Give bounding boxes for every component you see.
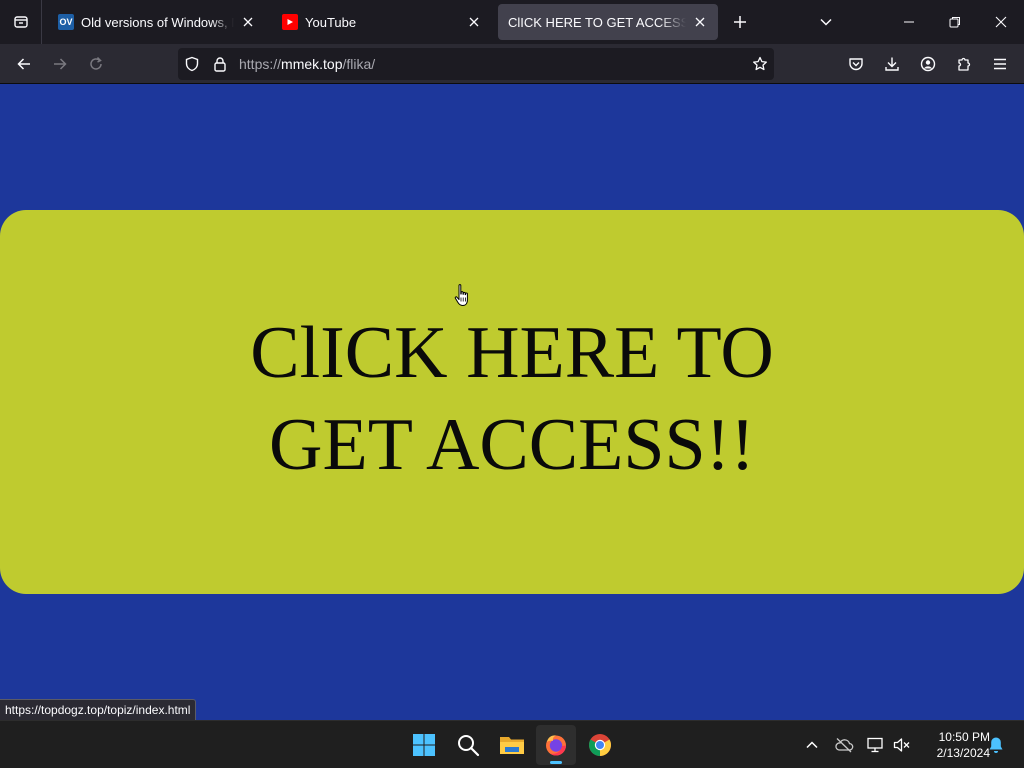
url-text[interactable]: https://mmek.top/flika/ <box>239 56 375 72</box>
forward-button[interactable] <box>44 48 76 80</box>
url-scheme: https:// <box>239 56 282 72</box>
downloads-button[interactable] <box>876 48 908 80</box>
firefox-icon <box>546 735 566 756</box>
firefox-taskbar-button[interactable] <box>536 725 576 765</box>
close-window-button[interactable] <box>978 0 1024 44</box>
tab-title: Old versions of Windows, Mac and <box>81 14 234 30</box>
extensions-icon <box>958 57 971 71</box>
oldversion-favicon-icon: OV <box>58 14 74 30</box>
back-button[interactable] <box>8 48 40 80</box>
close-tab-icon[interactable] <box>466 14 482 30</box>
reload-icon <box>90 56 102 70</box>
clock-time: 10:50 PM <box>938 730 990 744</box>
restore-button[interactable] <box>932 0 978 44</box>
speaker-muted-icon <box>893 738 910 752</box>
address-bar[interactable]: https://mmek.top/flika/ <box>178 48 774 80</box>
tab-strip: OV Old versions of Windows, Mac and YouT… <box>0 0 1024 44</box>
account-icon <box>920 56 936 72</box>
url-host: mmek.top <box>281 56 343 72</box>
access-link-button[interactable]: ClICK HERE TO GET ACCESS!! <box>0 210 1024 594</box>
tab-youtube[interactable]: YouTube <box>272 4 492 40</box>
pocket-icon <box>849 58 863 71</box>
windows-logo-icon <box>413 734 435 756</box>
lock-icon[interactable] <box>212 56 228 72</box>
back-arrow-icon <box>17 58 30 70</box>
taskbar-search-button[interactable] <box>448 725 488 765</box>
close-icon <box>995 16 1007 28</box>
network-tray-button[interactable] <box>866 735 886 755</box>
cloud-offline-icon <box>835 738 854 753</box>
tab-title: ClICK HERE TO GET ACCESS!! <box>508 14 686 30</box>
clock-date: 2/13/2024 <box>936 746 990 760</box>
extensions-button[interactable] <box>948 48 980 80</box>
chevron-down-icon <box>820 18 832 26</box>
tab-oldversion[interactable]: OV Old versions of Windows, Mac and <box>48 4 266 40</box>
page-viewport: ClICK HERE TO GET ACCESS!! https://topdo… <box>0 84 1024 720</box>
show-hidden-icons-button[interactable] <box>802 735 822 755</box>
bookmark-star-icon[interactable] <box>752 56 768 72</box>
youtube-favicon-icon <box>282 14 298 30</box>
chrome-icon <box>589 734 611 756</box>
start-button[interactable] <box>404 725 444 765</box>
tab-active-click-here[interactable]: ClICK HERE TO GET ACCESS!! <box>498 4 718 40</box>
download-icon <box>885 57 899 71</box>
bell-icon <box>989 737 1003 753</box>
minimize-button[interactable] <box>886 0 932 44</box>
new-tab-button[interactable] <box>720 0 760 44</box>
active-app-indicator <box>550 761 562 764</box>
hand-pointer-cursor-icon <box>454 284 468 306</box>
pocket-button[interactable] <box>840 48 872 80</box>
plus-icon <box>734 16 746 28</box>
restore-icon <box>949 17 960 28</box>
folder-icon <box>500 737 524 754</box>
forward-arrow-icon <box>54 58 67 70</box>
link-status-bar: https://topdogz.top/topiz/index.html <box>0 699 197 720</box>
reload-button[interactable] <box>80 48 112 80</box>
close-tab-icon[interactable] <box>692 14 708 30</box>
tab-list-icon <box>13 16 28 28</box>
close-tab-icon[interactable] <box>240 14 256 30</box>
notifications-button[interactable] <box>986 735 1006 755</box>
account-button[interactable] <box>912 48 944 80</box>
hamburger-menu-icon <box>994 58 1006 70</box>
list-all-tabs-dropdown[interactable] <box>806 0 846 44</box>
cta-text: ClICK HERE TO GET ACCESS!! <box>250 312 774 486</box>
shield-icon[interactable] <box>184 56 200 72</box>
list-all-tabs-button[interactable] <box>0 0 42 44</box>
navigation-toolbar: https://mmek.top/flika/ <box>0 44 1024 84</box>
chevron-up-icon <box>806 741 818 749</box>
windows-taskbar: 10:50 PM 2/13/2024 <box>0 720 1024 768</box>
onedrive-tray-button[interactable] <box>834 735 854 755</box>
clock[interactable]: 10:50 PM 2/13/2024 <box>918 729 990 761</box>
minimize-icon <box>904 21 914 23</box>
file-explorer-taskbar-button[interactable] <box>492 725 532 765</box>
network-icon <box>867 737 883 753</box>
search-icon <box>458 735 480 757</box>
url-path: /flika/ <box>342 56 376 72</box>
volume-tray-button[interactable] <box>892 735 912 755</box>
chrome-taskbar-button[interactable] <box>580 725 620 765</box>
tab-title: YouTube <box>305 14 357 30</box>
app-menu-button[interactable] <box>984 48 1016 80</box>
